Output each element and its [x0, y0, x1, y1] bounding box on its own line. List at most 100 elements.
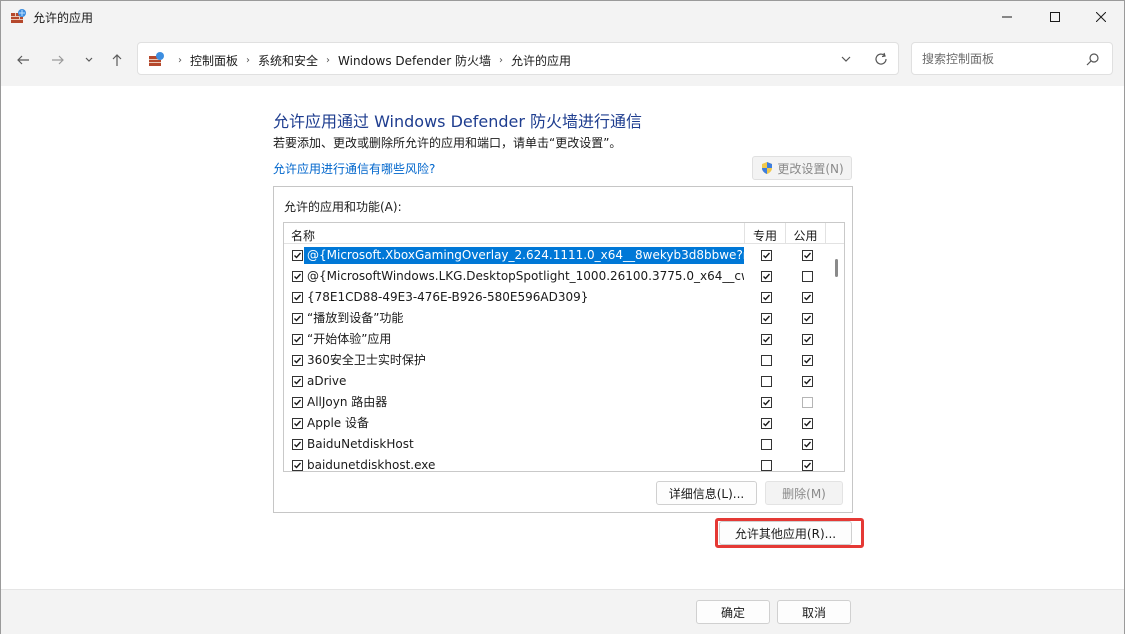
app-enabled-checkbox[interactable] [292, 418, 303, 429]
maximize-button[interactable] [1032, 1, 1078, 32]
details-button[interactable]: 详细信息(L)... [656, 481, 757, 505]
table-row[interactable]: Apple 设备 [284, 413, 829, 434]
checkmark-icon [763, 336, 771, 343]
table-row[interactable]: baidunetdiskhost.exe [284, 455, 829, 472]
private-checkbox[interactable] [761, 439, 772, 450]
breadcrumb-system-security[interactable]: 系统和安全 [258, 52, 318, 69]
app-enabled-checkbox[interactable] [292, 292, 303, 303]
close-button[interactable] [1078, 1, 1124, 32]
table-row[interactable]: “开始体验”应用 [284, 329, 829, 350]
private-checkbox[interactable] [761, 334, 772, 345]
breadcrumb: › 控制面板 › 系统和安全 › Windows Defender 防火墙 › … [170, 52, 571, 69]
forward-button[interactable] [47, 49, 69, 71]
ok-button[interactable]: 确定 [696, 600, 770, 624]
refresh-icon[interactable] [873, 51, 889, 67]
remove-button[interactable]: 删除(M) [765, 481, 843, 505]
public-checkbox[interactable] [802, 313, 813, 324]
checkmark-icon [804, 336, 812, 343]
app-enabled-checkbox[interactable] [292, 271, 303, 282]
forward-arrow-icon [52, 55, 64, 65]
public-checkbox[interactable] [802, 439, 813, 450]
public-checkbox[interactable] [802, 355, 813, 366]
allowed-apps-group: 允许的应用和功能(A): 名称 专用 公用 @{Microsoft.XboxGa… [273, 186, 853, 513]
recent-locations-button[interactable] [78, 49, 100, 71]
checkmark-icon [294, 441, 302, 448]
checkmark-icon [294, 315, 302, 322]
table-row[interactable]: AllJoyn 路由器 [284, 392, 829, 413]
private-checkbox[interactable] [761, 460, 772, 471]
checkmark-icon [294, 378, 302, 385]
app-enabled-checkbox[interactable] [292, 250, 303, 261]
allowed-apps-list[interactable]: 名称 专用 公用 @{Microsoft.XboxGamingOverlay_2… [283, 222, 845, 472]
address-dropdown-icon[interactable] [838, 51, 854, 67]
app-enabled-checkbox[interactable] [292, 460, 303, 471]
checkmark-icon [804, 252, 812, 259]
highlight-box [715, 518, 864, 548]
back-button[interactable] [12, 49, 34, 71]
table-row[interactable]: @{Microsoft.XboxGamingOverlay_2.624.1111… [284, 245, 829, 266]
change-settings-button[interactable]: 更改设置(N) [752, 156, 852, 180]
allowed-apps-window: 允许的应用 › 控制面板 › 系统和安全 › Windows Defender … [0, 0, 1125, 634]
app-name: baidunetdiskhost.exe [307, 458, 436, 472]
checkmark-icon [294, 252, 302, 259]
app-enabled-checkbox[interactable] [292, 439, 303, 450]
column-header-name[interactable]: 名称 [291, 227, 315, 244]
checkmark-icon [294, 294, 302, 301]
app-enabled-checkbox[interactable] [292, 397, 303, 408]
column-header-private[interactable]: 专用 [744, 223, 785, 244]
app-name: @{Microsoft.XboxGamingOverlay_2.624.1111… [304, 247, 744, 264]
column-header-public[interactable]: 公用 [785, 223, 826, 244]
public-checkbox[interactable] [802, 271, 813, 282]
table-row[interactable]: @{MicrosoftWindows.LKG.DesktopSpotlight_… [284, 266, 829, 287]
cancel-button[interactable]: 取消 [777, 600, 851, 624]
breadcrumb-separator-icon: › [326, 55, 331, 66]
private-checkbox[interactable] [761, 376, 772, 387]
table-row[interactable]: 360安全卫士实时保护 [284, 350, 829, 371]
window-title: 允许的应用 [33, 11, 94, 25]
minimize-button[interactable] [984, 1, 1030, 32]
breadcrumb-separator-icon: › [178, 55, 182, 66]
private-checkbox[interactable] [761, 313, 772, 324]
private-checkbox[interactable] [761, 250, 772, 261]
search-icon[interactable] [1086, 52, 1100, 66]
app-name: “开始体验”应用 [307, 332, 392, 346]
table-row[interactable]: “播放到设备”功能 [284, 308, 829, 329]
allowed-apps-label: 允许的应用和功能(A): [284, 200, 402, 214]
scrollbar-thumb[interactable] [835, 259, 838, 277]
private-checkbox[interactable] [761, 355, 772, 366]
breadcrumb-allowed-apps[interactable]: 允许的应用 [511, 52, 571, 69]
public-checkbox[interactable] [802, 250, 813, 261]
search-input[interactable] [912, 43, 1082, 74]
public-checkbox[interactable] [802, 460, 813, 471]
breadcrumb-control-panel[interactable]: 控制面板 [190, 52, 238, 69]
table-row[interactable]: BaiduNetdiskHost [284, 434, 829, 455]
up-button[interactable] [106, 49, 128, 71]
table-row[interactable]: {78E1CD88-49E3-476E-B926-580E596AD309} [284, 287, 829, 308]
risk-link[interactable]: 允许应用进行通信有哪些风险? [273, 160, 435, 177]
app-enabled-checkbox[interactable] [292, 334, 303, 345]
checkmark-icon [804, 357, 812, 364]
app-enabled-checkbox[interactable] [292, 376, 303, 387]
app-name: Apple 设备 [307, 416, 369, 430]
back-arrow-icon [17, 55, 29, 65]
private-checkbox[interactable] [761, 397, 772, 408]
public-checkbox[interactable] [802, 376, 813, 387]
app-enabled-checkbox[interactable] [292, 355, 303, 366]
app-name: BaiduNetdiskHost [307, 437, 414, 451]
private-checkbox[interactable] [761, 418, 772, 429]
private-checkbox[interactable] [761, 292, 772, 303]
control-panel-icon [149, 52, 164, 66]
app-name: “播放到设备”功能 [307, 311, 404, 325]
private-checkbox[interactable] [761, 271, 772, 282]
checkmark-icon [294, 273, 302, 280]
public-checkbox[interactable] [802, 418, 813, 429]
app-enabled-checkbox[interactable] [292, 313, 303, 324]
public-checkbox[interactable] [802, 397, 813, 408]
public-checkbox[interactable] [802, 334, 813, 345]
maximize-icon [1050, 11, 1060, 22]
breadcrumb-firewall[interactable]: Windows Defender 防火墙 [338, 52, 491, 69]
table-row[interactable]: aDrive [284, 371, 829, 392]
list-scrollbar[interactable] [829, 245, 844, 471]
public-checkbox[interactable] [802, 292, 813, 303]
address-bar[interactable]: › 控制面板 › 系统和安全 › Windows Defender 防火墙 › … [137, 42, 899, 75]
